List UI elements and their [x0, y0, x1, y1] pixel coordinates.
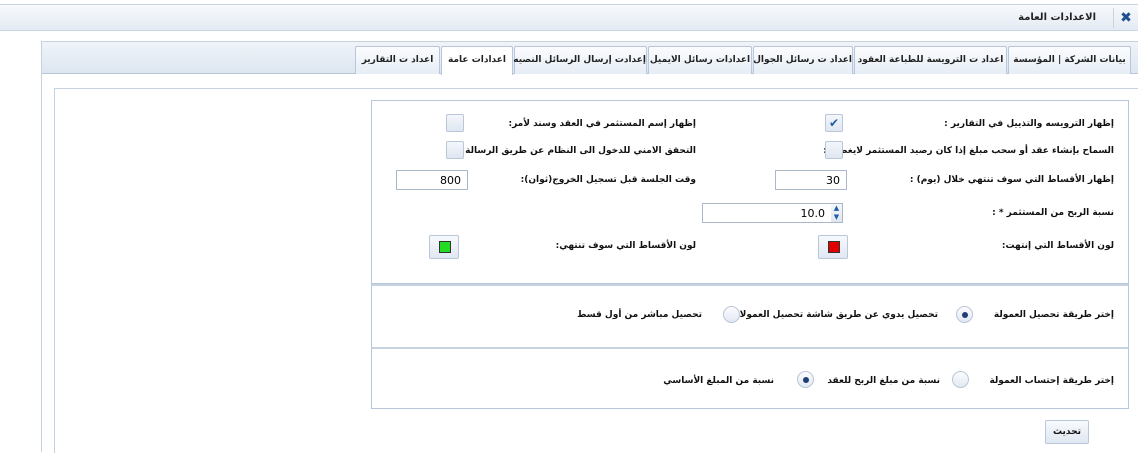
- window-titlebar: ✖ الاعدادات العامة: [0, 4, 1138, 31]
- profit-rate-spinner[interactable]: ▲ ▼: [831, 203, 843, 223]
- expiring-color-swatch: [439, 241, 451, 253]
- tab-text-message-sending[interactable]: إعدادت إرسال الرسائل النصيه: [513, 46, 647, 74]
- tab-company-info[interactable]: بيانات الشركة | المؤسسة: [1008, 46, 1131, 74]
- window-title: الاعدادات العامة: [1018, 12, 1096, 23]
- expired-color-label: لون الأقساط التي إنتهت:: [1001, 241, 1114, 251]
- session-time-input[interactable]: [396, 170, 468, 190]
- spin-up-icon[interactable]: ▲: [831, 204, 842, 213]
- tab-email-settings[interactable]: اعدادات رسائل الايميل: [648, 46, 752, 74]
- commission-calculation-box: إختر طريقة إحتساب العمولة نسبة من مبلغ ا…: [371, 347, 1129, 409]
- show-header-footer-label: إظهار الترويسه والتذييل في التقارير :: [944, 119, 1114, 129]
- show-investor-name-label: إظهار إسم المستثمر في العقد وسند لأمر:: [508, 119, 696, 129]
- allow-contract-withdraw-checkbox[interactable]: [825, 141, 843, 159]
- expiring-installments-days-input[interactable]: [775, 170, 847, 190]
- expired-color-picker[interactable]: [818, 235, 848, 259]
- show-investor-name-checkbox[interactable]: [446, 114, 464, 132]
- tab-content: إظهار الترويسه والتذييل في التقارير : إظ…: [54, 88, 1138, 453]
- allow-contract-withdraw-label: السماح بإنشاء عقد أو سحب مبلغ إذا كان رص…: [823, 146, 1114, 156]
- commission-calculation-label: إختر طريقة إحتساب العمولة: [989, 376, 1114, 386]
- security-check-label: التحقق الامني للدخول الى النظام عن طريق …: [458, 146, 696, 156]
- tab-reports-settings[interactable]: اعداد ت التقارير: [355, 46, 440, 74]
- profit-rate-input[interactable]: [702, 203, 832, 223]
- collection-manual-label: تحصيل يدوي عن طريق شاشة تحصيل العمولات: [730, 310, 938, 320]
- security-check-checkbox[interactable]: [446, 141, 464, 159]
- update-button[interactable]: تحديث: [1045, 420, 1089, 444]
- settings-panel: بيانات الشركة | المؤسسة اعداد ت الترويسة…: [41, 41, 1138, 453]
- titlebar-divider: [1113, 8, 1114, 28]
- calc-base-amount-radio[interactable]: [797, 371, 814, 388]
- spin-down-icon[interactable]: ▼: [831, 213, 842, 222]
- tab-sms-settings[interactable]: اعداد ت رسائل الجوال: [753, 46, 853, 74]
- collection-direct-label: تحصيل مباشر من أول قسط: [577, 310, 702, 320]
- tab-general-settings[interactable]: اعدادات عامة: [441, 46, 513, 75]
- general-options-box: إظهار الترويسه والتذييل في التقارير : إظ…: [371, 100, 1129, 284]
- commission-collection-label: إختر طريقة تحصيل العمولة: [993, 310, 1114, 320]
- profit-rate-label: نسبة الربح من المستثمر * :: [992, 208, 1114, 218]
- calc-contract-profit-label: نسبة من مبلغ الربح للعقد: [827, 376, 940, 386]
- tab-contract-header[interactable]: اعداد ت الترويسة للطباعة العقود: [854, 46, 1007, 74]
- session-time-label: وقت الجلسة قبل تسجيل الخروج(ثوان):: [520, 175, 696, 185]
- expired-color-swatch: [828, 241, 840, 253]
- expiring-installments-label: إظهار الأقساط التي سوف تنتهي خلال (يوم) …: [909, 175, 1114, 185]
- calc-contract-profit-radio[interactable]: [952, 371, 969, 388]
- collection-direct-radio[interactable]: [723, 306, 740, 323]
- calc-base-amount-label: نسبة من المبلغ الأساسي: [663, 376, 774, 386]
- close-icon[interactable]: ✖: [1118, 10, 1134, 26]
- tab-strip: بيانات الشركة | المؤسسة اعداد ت الترويسة…: [42, 42, 1138, 75]
- show-header-footer-checkbox[interactable]: [825, 114, 843, 132]
- collection-manual-radio[interactable]: [956, 306, 973, 323]
- commission-collection-box: إختر طريقة تحصيل العمولة تحصيل يدوي عن ط…: [371, 284, 1129, 348]
- expiring-color-picker[interactable]: [429, 235, 459, 259]
- expiring-color-label: لون الأقساط التي سوف تنتهي:: [555, 241, 696, 251]
